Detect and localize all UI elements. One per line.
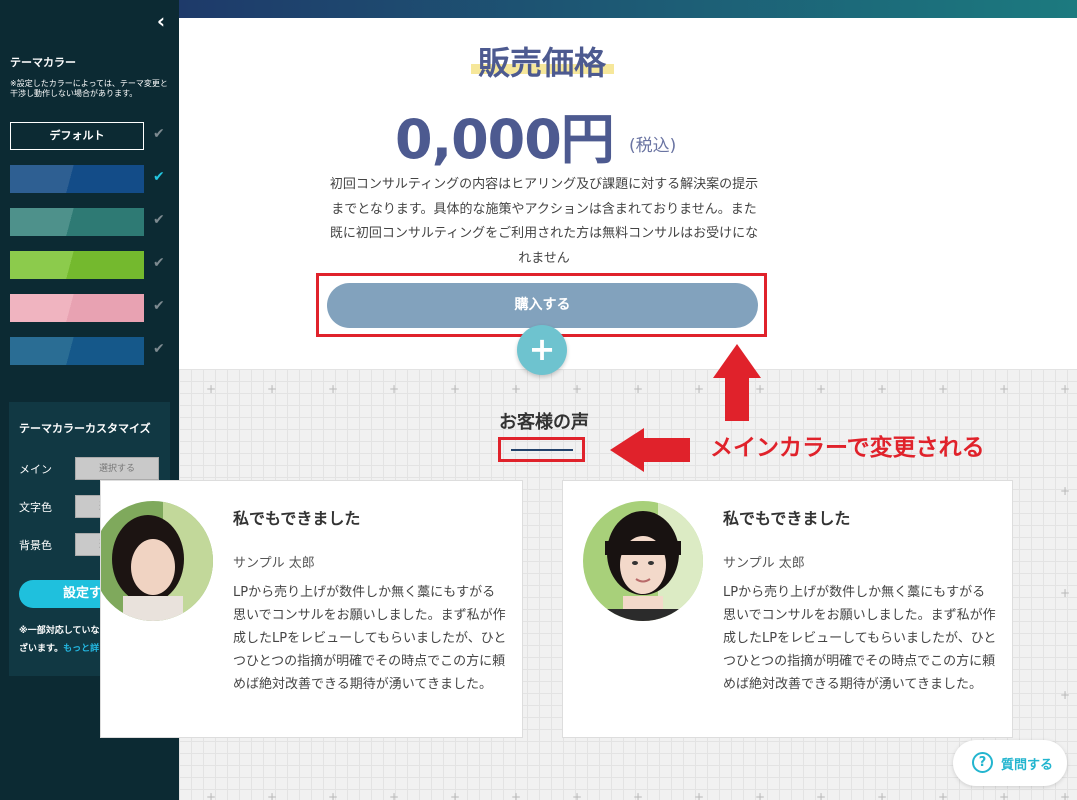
grid-plus-mark: + bbox=[877, 790, 888, 800]
add-block-button[interactable]: + bbox=[517, 325, 567, 375]
main-color-label: メイン bbox=[19, 463, 52, 476]
testimonial-author: サンプル 太郎 bbox=[233, 556, 315, 571]
grid-plus-mark: + bbox=[755, 790, 766, 800]
theme-option-default: デフォルト ✔ bbox=[10, 122, 170, 150]
price-display: 0,000円 (税込) bbox=[395, 95, 695, 171]
ask-question-button[interactable]: ? 質問する bbox=[953, 740, 1067, 786]
theme-option: ✔ bbox=[10, 251, 170, 279]
grid-plus-mark: + bbox=[877, 382, 888, 396]
grid-plus-mark: + bbox=[999, 790, 1010, 800]
testimonial-card: 私でもできました サンプル 太郎 LPから売り上げが数件しか無く藁にもすがる思い… bbox=[562, 480, 1013, 738]
grid-plus-mark: + bbox=[694, 790, 705, 800]
grid-plus-mark: + bbox=[206, 382, 217, 396]
grid-plus-mark: + bbox=[511, 790, 522, 800]
testimonial-card: 私でもできました サンプル 太郎 LPから売り上げが数件しか無く藁にもすがる思い… bbox=[100, 480, 523, 738]
grid-plus-mark: + bbox=[999, 382, 1010, 396]
heading-divider bbox=[511, 449, 573, 451]
grid-plus-mark: + bbox=[1060, 586, 1071, 600]
grid-plus-mark: + bbox=[1060, 382, 1071, 396]
grid-plus-mark: + bbox=[389, 790, 400, 800]
theme-color-swatch[interactable] bbox=[10, 208, 144, 236]
check-icon: ✔ bbox=[153, 341, 165, 357]
grid-plus-mark: + bbox=[755, 382, 766, 396]
theme-color-swatch[interactable] bbox=[10, 337, 144, 365]
price-heading: 販売価格 bbox=[477, 44, 606, 82]
grid-plus-mark: + bbox=[450, 382, 461, 396]
grid-plus-mark: + bbox=[572, 790, 583, 800]
grid-plus-mark: + bbox=[938, 382, 949, 396]
ask-question-label: 質問する bbox=[1001, 758, 1054, 773]
text-color-label: 文字色 bbox=[19, 501, 52, 514]
grid-plus-mark: + bbox=[511, 382, 522, 396]
check-icon: ✔ bbox=[153, 212, 165, 228]
theme-option: ✔ bbox=[10, 208, 170, 236]
arrow-up-icon bbox=[713, 344, 761, 378]
grid-plus-mark: + bbox=[450, 790, 461, 800]
price-amount: 0,000円 bbox=[395, 108, 615, 171]
grid-plus-mark: + bbox=[267, 382, 278, 396]
header-bar bbox=[179, 0, 1077, 18]
arrow-up-shaft bbox=[725, 376, 749, 421]
grid-plus-mark: + bbox=[572, 382, 583, 396]
theme-option: ✔ bbox=[10, 165, 170, 193]
customize-title: テーマカラーカスタマイズ bbox=[19, 422, 151, 435]
customer-avatar bbox=[101, 501, 213, 621]
grid-plus-mark: + bbox=[328, 790, 339, 800]
chevron-left-icon[interactable]: ‹ bbox=[150, 10, 172, 32]
customer-avatar bbox=[583, 501, 703, 621]
grid-plus-mark: + bbox=[328, 382, 339, 396]
theme-color-swatch[interactable] bbox=[10, 165, 144, 193]
grid-plus-mark: + bbox=[1060, 688, 1071, 702]
main-color-select-button[interactable]: 選択する bbox=[75, 457, 159, 480]
grid-plus-mark: + bbox=[938, 790, 949, 800]
theme-color-swatch[interactable] bbox=[10, 294, 144, 322]
check-icon: ✔ bbox=[153, 169, 165, 185]
arrow-left-icon bbox=[610, 428, 644, 472]
grid-plus-mark: + bbox=[633, 382, 644, 396]
bg-color-label: 背景色 bbox=[19, 539, 52, 552]
theme-color-title: テーマカラー bbox=[10, 56, 76, 69]
theme-color-note: ※設定したカラーによっては、テーマ変更と干渉し動作しない場合があります。 bbox=[10, 79, 168, 98]
theme-option: ✔ bbox=[10, 337, 170, 365]
annotation-text: メインカラーで変更される bbox=[710, 435, 985, 461]
grid-plus-mark: + bbox=[816, 790, 827, 800]
default-theme-button[interactable]: デフォルト bbox=[10, 122, 144, 150]
check-icon: ✔ bbox=[153, 298, 165, 314]
question-circle-icon: ? bbox=[972, 752, 993, 773]
price-description: 初回コンサルティングの内容はヒアリング及び課題に対する解決案の提示までとなります… bbox=[329, 177, 759, 266]
price-tax-label: (税込) bbox=[629, 136, 677, 156]
arrow-left-shaft bbox=[642, 438, 690, 462]
testimonial-title: 私でもできました bbox=[723, 509, 851, 528]
theme-option: ✔ bbox=[10, 294, 170, 322]
grid-plus-mark: + bbox=[206, 790, 217, 800]
testimonial-title: 私でもできました bbox=[233, 509, 361, 528]
check-icon: ✔ bbox=[153, 255, 165, 271]
purchase-button[interactable]: 購入する bbox=[327, 283, 758, 328]
check-icon: ✔ bbox=[153, 126, 165, 142]
grid-plus-mark: + bbox=[1060, 790, 1071, 800]
testimonial-text: LPから売り上げが数件しか無く藁にもすがる思いでコンサルをお願いしました。まず私… bbox=[723, 585, 997, 692]
grid-plus-mark: + bbox=[633, 790, 644, 800]
theme-color-swatch[interactable] bbox=[10, 251, 144, 279]
testimonial-heading: お客様の声 bbox=[499, 412, 589, 433]
testimonial-author: サンプル 太郎 bbox=[723, 556, 805, 571]
grid-plus-mark: + bbox=[816, 382, 827, 396]
testimonial-text: LPから売り上げが数件しか無く藁にもすがる思いでコンサルをお願いしました。まず私… bbox=[233, 585, 507, 692]
grid-plus-mark: + bbox=[694, 382, 705, 396]
grid-plus-mark: + bbox=[267, 790, 278, 800]
grid-plus-mark: + bbox=[389, 382, 400, 396]
grid-plus-mark: + bbox=[1060, 484, 1071, 498]
